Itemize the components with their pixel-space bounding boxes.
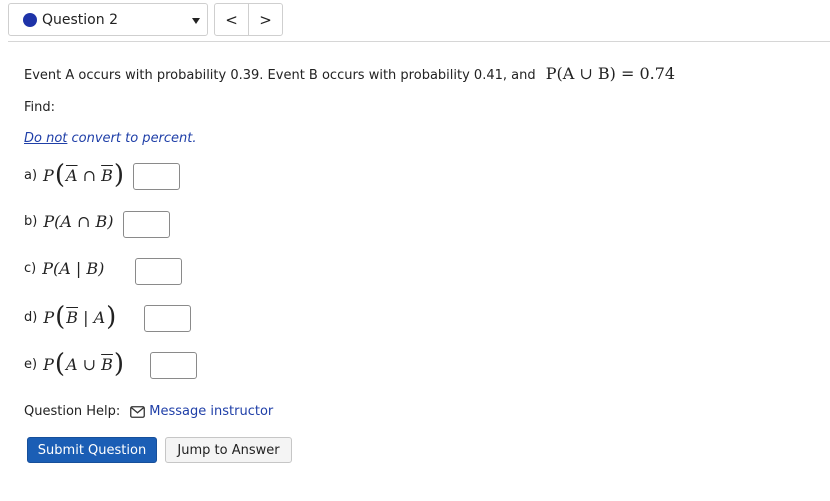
find-label: Find: [24, 100, 56, 115]
answer-d-input[interactable] [144, 305, 191, 332]
question-nav: < > [214, 3, 283, 36]
part-d: d) P(B | A) [24, 304, 117, 330]
submit-question-button[interactable]: Submit Question [27, 437, 157, 463]
next-question-button[interactable]: > [249, 4, 282, 35]
status-dot-icon [23, 13, 37, 27]
help-label: Question Help: [24, 404, 121, 419]
part-d-label: d) [24, 309, 38, 325]
answer-a-input[interactable] [133, 163, 180, 190]
part-a-label: a) [24, 167, 38, 183]
mail-icon [130, 405, 146, 418]
part-c-expression: P(A | B) [42, 259, 105, 278]
header-divider [8, 41, 830, 42]
part-c: c) P(A | B) [24, 259, 104, 278]
caret-down-icon [192, 18, 200, 24]
previous-question-button[interactable]: < [215, 4, 249, 35]
statement-text: Event A occurs with probability 0.39. Ev… [24, 68, 536, 83]
part-a: a) P(A ∩ B) [24, 162, 125, 188]
message-instructor-link[interactable]: Message instructor [149, 404, 273, 419]
note-text: convert to percent. [67, 131, 197, 146]
part-e: e) P(A ∪ B) [24, 351, 125, 377]
part-b-expression: P(A ∩ B) [43, 212, 114, 231]
given-probability: P(A ∪ B) = 0.74 [545, 64, 676, 83]
part-b: b) P(A ∩ B) [24, 212, 113, 231]
part-d-expression: P(B | A) [43, 302, 117, 332]
answer-e-input[interactable] [150, 352, 197, 379]
question-label: Question 2 [42, 12, 118, 28]
answer-b-input[interactable] [123, 211, 170, 238]
part-b-label: b) [24, 214, 38, 229]
part-e-label: e) [24, 356, 38, 372]
answer-c-input[interactable] [135, 258, 182, 285]
part-e-expression: P(A ∪ B) [43, 349, 125, 379]
question-select[interactable]: Question 2 [8, 3, 208, 36]
jump-to-answer-button[interactable]: Jump to Answer [165, 437, 292, 463]
part-c-label: c) [24, 261, 37, 276]
note-link: Do not [24, 131, 68, 146]
part-a-expression: P(A ∩ B) [43, 160, 125, 190]
percent-note: Do not convert to percent. [24, 131, 197, 146]
problem-statement: Event A occurs with probability 0.39. Ev… [24, 64, 675, 83]
question-help: Question Help: Message instructor [24, 404, 273, 419]
